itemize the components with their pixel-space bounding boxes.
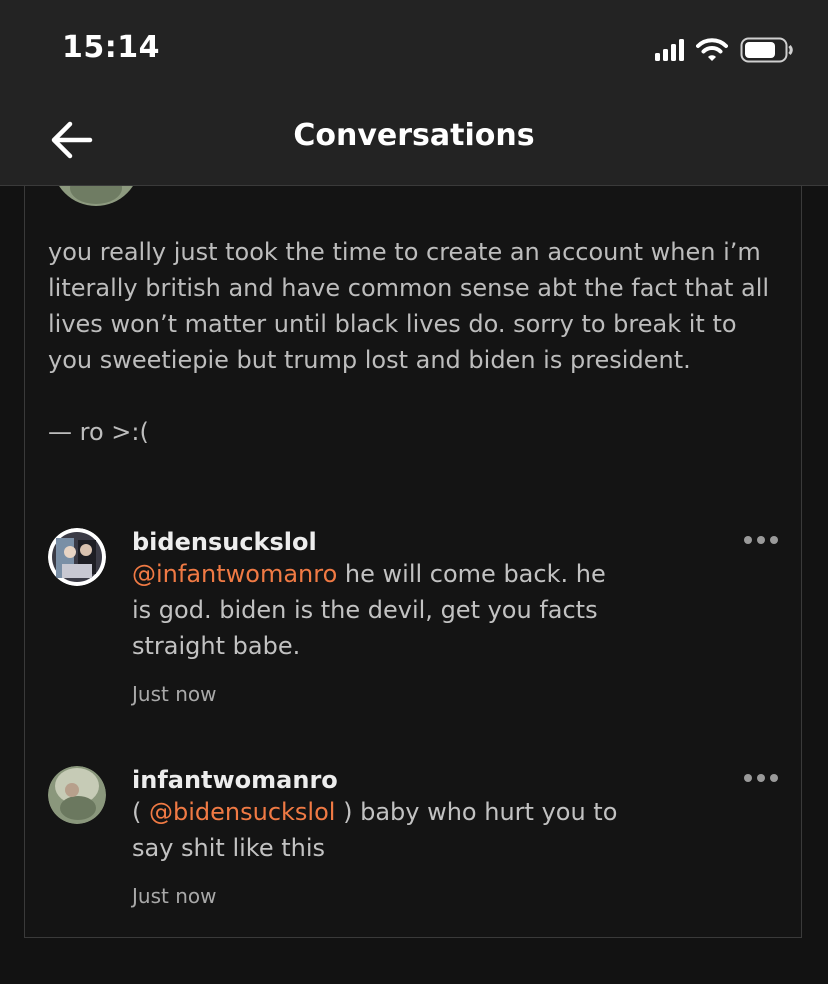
mention-suffix: ) [335,798,353,826]
header-bar: 15:14 Conversations [0,0,828,186]
comment-text: @infantwomanro he will come back. he is … [132,556,632,664]
status-time: 15:14 [62,30,160,65]
comment-username[interactable]: infantwomanro [132,766,338,794]
comment-mention[interactable]: @bidensuckslol [149,798,335,826]
wifi-icon [696,38,728,61]
comment-timestamp: Just now [132,884,217,908]
status-icons [655,36,794,64]
comment-timestamp: Just now [132,682,217,706]
comment-avatar[interactable] [48,766,106,824]
comment-avatar[interactable] [48,528,106,586]
post-signature: — ro >:( [48,418,149,446]
comment-username[interactable]: bidensuckslol [132,528,317,556]
mention-prefix: ( [132,798,149,826]
more-options-icon[interactable] [744,536,778,544]
conversation-screen: 15:14 Conversations you really just took… [0,0,828,984]
post-body: you really just took the time to create … [48,238,770,374]
cellular-signal-icon [655,39,684,61]
battery-icon [740,37,793,63]
page-title: Conversations [293,118,535,153]
comment-text: ( @bidensuckslol ) baby who hurt you to … [132,794,632,866]
more-options-icon[interactable] [744,774,778,782]
comment-mention[interactable]: @infantwomanro [132,560,337,588]
